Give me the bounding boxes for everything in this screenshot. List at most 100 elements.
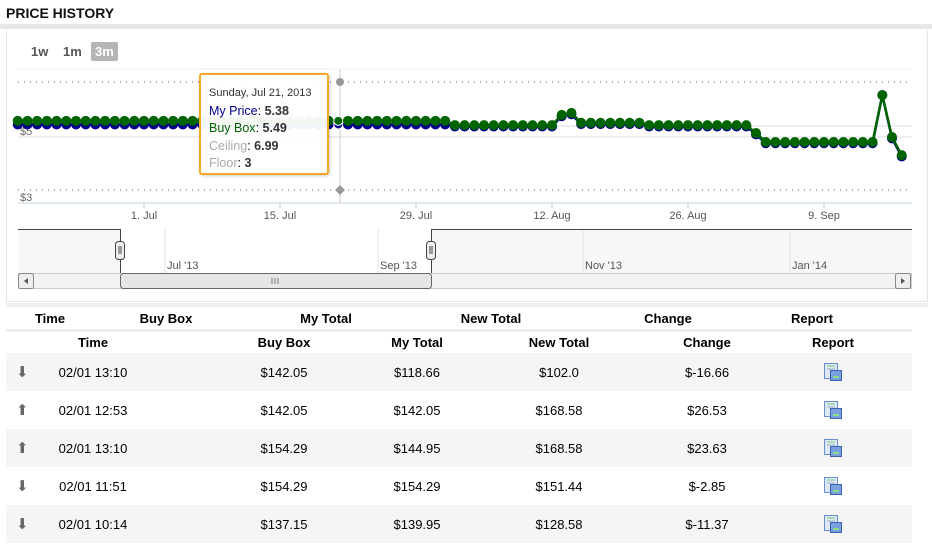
buy-box-point[interactable] bbox=[741, 120, 751, 130]
column-header[interactable]: Time bbox=[28, 335, 158, 350]
buy-box-point[interactable] bbox=[22, 116, 32, 126]
report-icon[interactable] bbox=[824, 477, 842, 500]
buy-box-point[interactable] bbox=[809, 137, 819, 147]
buy-box-point[interactable] bbox=[605, 118, 615, 128]
report-icon[interactable] bbox=[824, 401, 842, 424]
buy-box-point[interactable] bbox=[392, 116, 402, 126]
buy-box-point[interactable] bbox=[440, 116, 450, 126]
buy-box-point[interactable] bbox=[450, 120, 460, 130]
buy-box-point[interactable] bbox=[168, 116, 178, 126]
buy-box-point[interactable] bbox=[508, 120, 518, 130]
tooltip-my-price-label: My Price bbox=[209, 103, 258, 118]
buy-box-point[interactable] bbox=[790, 137, 800, 147]
outer-column-header[interactable]: Report bbox=[747, 311, 877, 326]
buy-box-point[interactable] bbox=[498, 120, 508, 130]
buy-box-point[interactable] bbox=[362, 116, 372, 126]
buy-box-point[interactable] bbox=[683, 120, 693, 130]
buy-box-point[interactable] bbox=[644, 120, 654, 130]
buy-box-point[interactable] bbox=[819, 137, 829, 147]
column-header[interactable]: My Total bbox=[352, 335, 482, 350]
buy-box-point[interactable] bbox=[877, 90, 887, 100]
buy-box-point[interactable] bbox=[586, 118, 596, 128]
price-chart[interactable]: $5 $3 1. Jul 15. Jul 29. Jul 12. Aug 26. Aug… bbox=[0, 0, 932, 300]
column-header[interactable]: New Total bbox=[494, 335, 624, 350]
buy-box-point[interactable] bbox=[421, 116, 431, 126]
buy-box-point[interactable] bbox=[430, 116, 440, 126]
buy-box-point[interactable] bbox=[411, 116, 421, 126]
buy-box-point[interactable] bbox=[615, 118, 625, 128]
buy-box-point[interactable] bbox=[838, 137, 848, 147]
buy-box-point[interactable] bbox=[528, 120, 538, 130]
buy-box-point[interactable] bbox=[664, 120, 674, 130]
buy-box-point[interactable] bbox=[576, 118, 586, 128]
buy-box-point[interactable] bbox=[139, 116, 149, 126]
report-icon[interactable] bbox=[824, 363, 842, 386]
buy-box-point[interactable] bbox=[547, 120, 557, 130]
buy-box-point[interactable] bbox=[537, 120, 547, 130]
buy-box-point[interactable] bbox=[732, 120, 742, 130]
buy-box-point[interactable] bbox=[382, 116, 392, 126]
buy-box-point[interactable] bbox=[61, 116, 71, 126]
buy-box-point[interactable] bbox=[129, 116, 139, 126]
buy-box-point[interactable] bbox=[848, 137, 858, 147]
buy-box-point[interactable] bbox=[13, 116, 23, 126]
buy-box-point[interactable] bbox=[751, 128, 761, 138]
buy-box-point[interactable] bbox=[479, 120, 489, 130]
buy-box-point[interactable] bbox=[188, 116, 198, 126]
buy-box-point[interactable] bbox=[596, 118, 606, 128]
buy-box-point[interactable] bbox=[90, 116, 100, 126]
buy-box-point[interactable] bbox=[71, 116, 81, 126]
buy-box-point[interactable] bbox=[401, 116, 411, 126]
buy-box-point[interactable] bbox=[887, 132, 897, 142]
outer-column-header[interactable]: Buy Box bbox=[101, 311, 231, 326]
outer-column-header[interactable]: Time bbox=[0, 311, 115, 326]
buy-box-point[interactable] bbox=[800, 137, 810, 147]
outer-column-header[interactable]: Change bbox=[603, 311, 733, 326]
buy-box-point[interactable] bbox=[158, 116, 168, 126]
buy-box-point[interactable] bbox=[489, 120, 499, 130]
buy-box-point[interactable] bbox=[42, 116, 52, 126]
buy-box-point[interactable] bbox=[634, 118, 644, 128]
navigator-handle-left[interactable] bbox=[116, 242, 125, 260]
buy-box-point[interactable] bbox=[770, 137, 780, 147]
buy-box-point[interactable] bbox=[829, 137, 839, 147]
buy-box-point[interactable] bbox=[625, 118, 635, 128]
buy-box-point[interactable] bbox=[100, 116, 110, 126]
buy-box-point[interactable] bbox=[469, 120, 479, 130]
buy-box-point[interactable] bbox=[868, 137, 878, 147]
buy-box-point[interactable] bbox=[761, 137, 771, 147]
buy-box-point[interactable] bbox=[81, 116, 91, 126]
buy-box-point[interactable] bbox=[343, 116, 353, 126]
navigator-handle-right[interactable] bbox=[427, 242, 436, 260]
buy-box-point[interactable] bbox=[460, 120, 470, 130]
buy-box-point[interactable] bbox=[702, 120, 712, 130]
column-header[interactable]: Buy Box bbox=[219, 335, 349, 350]
report-icon[interactable] bbox=[824, 515, 842, 538]
buy-box-point[interactable] bbox=[52, 116, 62, 126]
buy-box-point[interactable] bbox=[722, 120, 732, 130]
buy-box-point[interactable] bbox=[149, 116, 159, 126]
buy-box-point[interactable] bbox=[858, 137, 868, 147]
buy-box-point[interactable] bbox=[110, 116, 120, 126]
column-header[interactable]: Report bbox=[768, 335, 898, 350]
buy-box-point[interactable] bbox=[693, 120, 703, 130]
buy-box-point[interactable] bbox=[654, 120, 664, 130]
buy-box-point[interactable] bbox=[178, 116, 188, 126]
buy-box-point[interactable] bbox=[712, 120, 722, 130]
buy-box-point[interactable] bbox=[334, 116, 343, 125]
buy-box-point[interactable] bbox=[120, 116, 130, 126]
column-header[interactable]: Change bbox=[642, 335, 772, 350]
buy-box-point[interactable] bbox=[32, 116, 42, 126]
buy-box-point[interactable] bbox=[897, 150, 907, 160]
outer-column-header[interactable]: My Total bbox=[261, 311, 391, 326]
buy-box-point[interactable] bbox=[372, 116, 382, 126]
scrollbar-thumb[interactable] bbox=[121, 274, 432, 289]
buy-box-point[interactable] bbox=[557, 110, 567, 120]
buy-box-point[interactable] bbox=[673, 120, 683, 130]
outer-column-header[interactable]: New Total bbox=[426, 311, 556, 326]
report-icon[interactable] bbox=[824, 439, 842, 462]
buy-box-point[interactable] bbox=[353, 116, 363, 126]
buy-box-point[interactable] bbox=[566, 108, 576, 118]
buy-box-point[interactable] bbox=[780, 137, 790, 147]
buy-box-point[interactable] bbox=[518, 120, 528, 130]
